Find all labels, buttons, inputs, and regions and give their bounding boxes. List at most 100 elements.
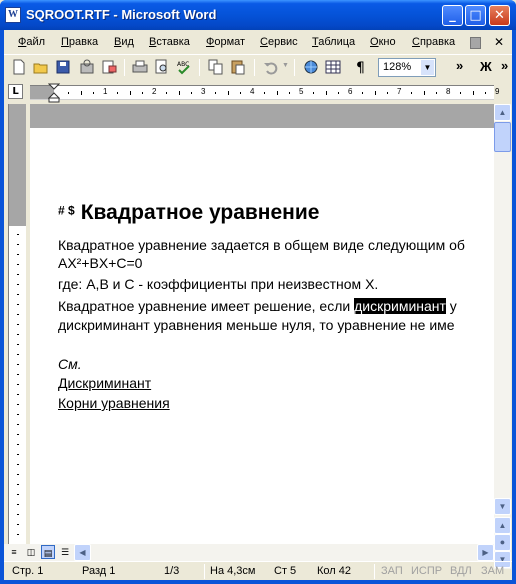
bold-button[interactable]: Ж — [480, 59, 492, 74]
ruler-tick — [215, 92, 217, 94]
standard-toolbar: ABC ▼ ¶ 128% ▼ » Ж » — [4, 54, 512, 79]
close-button[interactable]: ✕ — [489, 5, 510, 26]
toolbar-separator — [124, 59, 125, 76]
menu-edit[interactable]: Правка — [61, 36, 98, 48]
status-line: Ст 5 — [274, 565, 297, 577]
outline-view-icon[interactable]: ☰ — [58, 545, 72, 559]
toolbar-overflow-icon[interactable]: » — [456, 58, 463, 73]
link-roots[interactable]: Корни уравнения — [58, 395, 170, 411]
scroll-left-icon[interactable]: ◀ — [74, 544, 91, 561]
link-discriminant[interactable]: Дискриминант — [58, 375, 151, 391]
vruler-tick — [17, 354, 19, 355]
vruler-tick — [17, 454, 19, 455]
document-content[interactable]: # $ Квадратное уравнение Квадратное уравн… — [54, 130, 494, 544]
vertical-scrollbar[interactable]: ▲ ▼ ▲ ● ▼ — [494, 104, 511, 569]
horizontal-ruler[interactable]: 1 2 3 4 5 6 7 8 9 — [30, 83, 499, 103]
ruler-tick — [374, 91, 376, 95]
email-icon[interactable] — [100, 58, 118, 76]
status-page: Стр. 1 — [12, 565, 44, 577]
vruler-tick — [17, 524, 19, 525]
word-app-icon[interactable]: W — [5, 7, 21, 23]
vruler-tick — [17, 304, 19, 305]
minimize-button[interactable]: _ — [442, 5, 463, 26]
horizontal-scroll-track[interactable] — [92, 544, 476, 561]
ruler-tick — [92, 92, 94, 94]
paste-icon[interactable] — [229, 58, 247, 76]
status-record[interactable]: ЗАП — [381, 565, 403, 577]
window-title: SQROOT.RTF - Microsoft Word — [26, 7, 217, 22]
web-layout-icon[interactable]: ◫ — [24, 545, 38, 559]
scroll-right-icon[interactable]: ▶ — [477, 544, 494, 561]
vertical-ruler[interactable] — [8, 104, 26, 544]
print-icon[interactable] — [131, 58, 149, 76]
tab-selector-button[interactable]: L — [8, 84, 23, 99]
copy-icon[interactable] — [207, 58, 225, 76]
selected-word[interactable]: дискриминант — [354, 298, 446, 314]
normal-view-icon[interactable]: ≡ — [7, 545, 21, 559]
ruler-tick — [423, 91, 425, 95]
ruler-tick — [313, 92, 315, 94]
status-overtype[interactable]: ЗАМ — [481, 565, 504, 577]
save-icon[interactable] — [54, 58, 72, 76]
new-document-icon[interactable] — [10, 58, 28, 76]
menu-window[interactable]: Окно — [370, 36, 396, 48]
ruler-tick — [325, 91, 327, 95]
ruler-number: 4 — [250, 87, 255, 96]
menu-tools[interactable]: Сервис — [260, 36, 298, 48]
print-preview-icon[interactable] — [153, 58, 171, 76]
scroll-thumb[interactable] — [494, 122, 511, 152]
insert-table-icon[interactable] — [324, 58, 342, 76]
permission-icon[interactable] — [78, 58, 96, 76]
menu-help[interactable]: Справка — [412, 36, 455, 48]
line4-text: Квадратное уравнение имеет решение, если — [58, 298, 355, 314]
ruler-tick — [484, 92, 486, 94]
pilcrow-icon[interactable]: ¶ — [352, 58, 370, 76]
spelling-icon[interactable]: ABC — [175, 58, 193, 76]
toolbar-separator — [199, 59, 200, 76]
indent-marker-icon[interactable] — [48, 83, 60, 103]
ruler-tick — [178, 91, 180, 95]
client-area: Файл Правка Вид Вставка Формат Сервис Та… — [4, 30, 512, 580]
menu-view[interactable]: Вид — [114, 36, 134, 48]
zoom-dropdown-icon[interactable]: ▼ — [421, 60, 434, 75]
open-folder-icon[interactable] — [32, 58, 50, 76]
zoom-select[interactable]: 128% ▼ — [378, 58, 436, 77]
ruler-number: 6 — [348, 87, 353, 96]
ruler-tick — [337, 92, 339, 94]
vruler-tick — [17, 394, 19, 395]
ruler-tick — [411, 92, 413, 94]
ruler-tick — [362, 92, 364, 94]
scroll-down-icon[interactable]: ▼ — [494, 498, 511, 515]
ruler-number: 3 — [201, 87, 206, 96]
select-browse-object-icon[interactable]: ● — [494, 534, 511, 551]
ruler-tick — [190, 92, 192, 94]
undo-dropdown-icon[interactable]: ▼ — [282, 62, 289, 69]
equation-line: AX²+BX+C=0 — [58, 255, 143, 271]
vruler-tick — [17, 254, 19, 255]
maximize-button[interactable]: □ — [465, 5, 486, 26]
menu-format[interactable]: Формат — [206, 36, 245, 48]
ruler-tick — [276, 91, 278, 95]
status-section: Разд 1 — [82, 565, 116, 577]
vruler-tick — [17, 294, 19, 295]
previous-page-icon[interactable]: ▲ — [494, 517, 511, 534]
doc-close-icon[interactable]: ✕ — [494, 35, 504, 49]
undo-icon[interactable] — [262, 58, 280, 76]
vruler-tick — [17, 434, 19, 435]
title-bar[interactable]: W SQROOT.RTF - Microsoft Word _ □ ✕ — [0, 0, 516, 30]
menu-file[interactable]: Файл — [18, 36, 45, 48]
status-extend[interactable]: ВДЛ — [450, 565, 472, 577]
paragraph-line-1: Квадратное уравнение задается в общем ви… — [58, 237, 465, 253]
print-layout-icon[interactable]: ▤ — [41, 545, 55, 559]
vruler-tick — [17, 494, 19, 495]
web-globe-icon[interactable] — [302, 58, 320, 76]
ruler-tick — [141, 92, 143, 94]
word-window: W SQROOT.RTF - Microsoft Word _ □ ✕ Файл… — [0, 0, 516, 584]
menu-table[interactable]: Таблица — [312, 36, 355, 48]
scroll-up-icon[interactable]: ▲ — [494, 104, 511, 121]
status-track-changes[interactable]: ИСПР — [411, 565, 442, 577]
horizontal-scrollbar-area: ≡ ◫ ▤ ☰ ◀ ▶ — [4, 544, 494, 561]
doc-menu-icon[interactable] — [470, 37, 481, 49]
menu-insert[interactable]: Вставка — [149, 36, 190, 48]
toolbar-overflow-icon-2[interactable]: » — [501, 58, 508, 73]
